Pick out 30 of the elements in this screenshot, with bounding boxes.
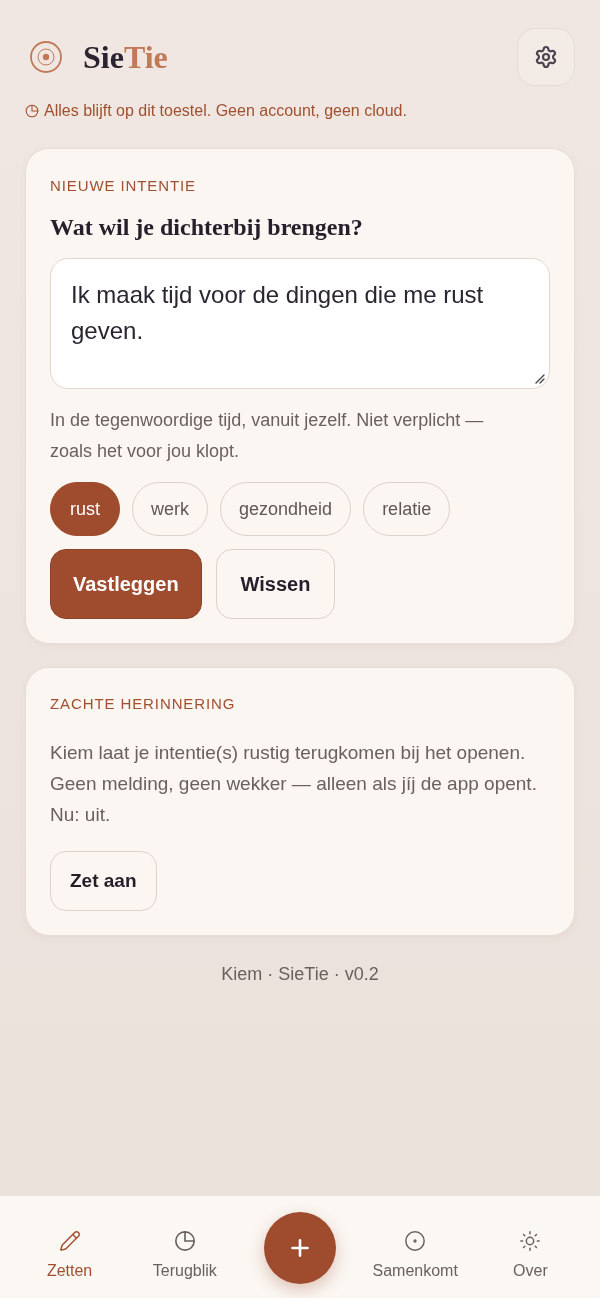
reminder-text: Kiem laat je intentie(s) rustig terugkomen bij het openen. Geen melding, geen wekker — alleen als jíj de app opent. Nu: uit.	[50, 741, 538, 827]
card-heading: Wat wil je dichterbij brengen?	[50, 213, 364, 242]
enable-button[interactable]: Zet aan	[50, 851, 157, 911]
tag-chip[interactable]: werk	[132, 482, 209, 536]
privacy-note: Alles blijft op dit toestel. Geen account, geen cloud.	[44, 101, 407, 121]
intention-field[interactable]: Ik maak tijd voor de dingen die me rust geven.	[50, 258, 550, 389]
version-footer: Kiem · SieTie · v0.2	[25, 962, 575, 986]
save-button[interactable]: Vastleggen	[50, 549, 202, 619]
sun-icon	[519, 1230, 542, 1252]
tag-chip[interactable]: relatie	[363, 482, 451, 536]
nav-tab[interactable]: Terugblik	[152, 1230, 217, 1298]
pencil-icon	[58, 1230, 81, 1252]
logo-icon	[30, 41, 62, 73]
clock-icon	[25, 104, 39, 118]
resize-grip-icon[interactable]	[535, 374, 545, 384]
nav-tab[interactable]: Zetten	[46, 1230, 93, 1298]
nav-tab[interactable]: Samenkomt	[372, 1230, 458, 1298]
tag-chip[interactable]: rust	[50, 482, 120, 536]
settings-icon	[534, 45, 558, 69]
nav-tab[interactable]: Over	[513, 1230, 548, 1298]
circle-dot-icon	[404, 1230, 427, 1252]
tag-chip[interactable]: gezondheid	[220, 482, 352, 536]
clear-button[interactable]: Wissen	[215, 549, 336, 619]
settings-button[interactable]	[517, 28, 575, 86]
hint-text: In de tegenwoordige tijd, vanuit jezelf. Niet verplicht — zoals het voor jou klopt.	[50, 409, 485, 463]
card-eyebrow: ZACHTE HERINNERING	[50, 694, 236, 714]
clock-icon	[173, 1230, 196, 1252]
app-title: SieTie	[83, 38, 168, 77]
add-button[interactable]	[264, 1212, 336, 1284]
card-eyebrow: NIEUWE INTENTIE	[50, 176, 197, 196]
